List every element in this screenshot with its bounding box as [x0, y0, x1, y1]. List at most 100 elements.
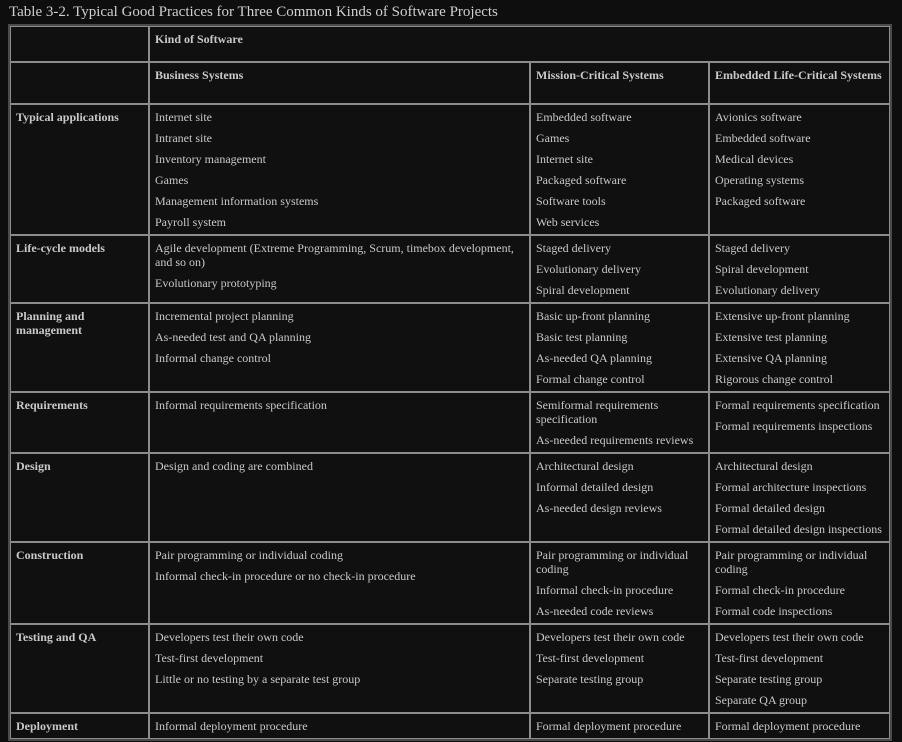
column-header-business-systems-label: Business Systems: [155, 68, 244, 82]
cell-design-mission: Architectural design Informal detailed d…: [530, 453, 709, 542]
cell-line: Basic test planning: [536, 330, 628, 344]
cell-line: Embedded software: [715, 131, 811, 145]
cell-line: Agile development (Extreme Programming, …: [155, 241, 514, 269]
cell-testing-and-qa-mission: Developers test their own code Test-firs…: [530, 624, 709, 713]
row-label-typical-applications: Typical applications: [10, 104, 149, 235]
cell-line: Test-first development: [715, 651, 824, 665]
cell-line: Pair programming or individual coding: [536, 548, 689, 576]
cell-line: Medical devices: [715, 152, 794, 166]
table-row: Design Design and coding are combined Ar…: [10, 453, 891, 542]
cell-line: Developers test their own code: [715, 630, 864, 644]
cell-line: Games: [155, 173, 189, 187]
cell-line: Informal check-in procedure or no check-…: [155, 569, 416, 583]
cell-line: Developers test their own code: [536, 630, 685, 644]
cell-line: Games: [536, 131, 570, 145]
cell-line: Informal change control: [155, 351, 271, 365]
column-header-embedded-life-critical-systems: Embedded Life-Critical Systems: [709, 62, 891, 104]
cell-line: Architectural design: [536, 459, 634, 473]
cell-line: Formal requirements specification: [715, 398, 880, 412]
row-label-planning-and-management: Planning and management: [10, 303, 149, 392]
cell-line: As-needed code reviews: [536, 604, 654, 618]
row-label-design: Design: [10, 453, 149, 542]
cell-line: Informal check-in procedure: [536, 583, 674, 597]
cell-line: Design and coding are combined: [155, 459, 313, 473]
cell-line: Formal architecture inspections: [715, 480, 867, 494]
cell-line: Extensive test planning: [715, 330, 827, 344]
cell-line: Architectural design: [715, 459, 813, 473]
cell-line: Informal detailed design: [536, 480, 654, 494]
column-header-embedded-life-critical-systems-label: Embedded Life-Critical Systems: [715, 68, 882, 82]
cell-line: Separate QA group: [715, 693, 807, 707]
cell-line: Formal deployment procedure: [715, 719, 861, 733]
cell-testing-and-qa-business: Developers test their own code Test-firs…: [149, 624, 530, 713]
cell-line: Rigorous change control: [715, 372, 833, 386]
column-header-mission-critical-systems-label: Mission-Critical Systems: [536, 68, 664, 82]
cell-requirements-mission: Semiformal requirements specification As…: [530, 392, 709, 453]
cell-construction-business: Pair programming or individual coding In…: [149, 542, 530, 624]
table-row: Construction Pair programming or individ…: [10, 542, 891, 624]
cell-planning-and-management-business: Incremental project planning As-needed t…: [149, 303, 530, 392]
cell-line: Packaged software: [715, 194, 806, 208]
cell-line: Evolutionary delivery: [715, 283, 820, 297]
cell-line: Extensive QA planning: [715, 351, 827, 365]
cell-line: Separate testing group: [715, 672, 823, 686]
row-label-deployment: Deployment: [10, 713, 149, 739]
cell-line: Web services: [536, 215, 600, 229]
cell-line: Informal deployment procedure: [155, 719, 308, 733]
cell-line: Software tools: [536, 194, 606, 208]
cell-typical-applications-mission: Embedded software Games Internet site Pa…: [530, 104, 709, 235]
cell-life-cycle-models-mission: Staged delivery Evolutionary delivery Sp…: [530, 235, 709, 303]
table-body: Kind of Software Business Systems Missio…: [10, 26, 891, 739]
column-header-mission-critical-systems: Mission-Critical Systems: [530, 62, 709, 104]
cell-line: Formal detailed design inspections: [715, 522, 882, 536]
cell-line: Formal change control: [536, 372, 645, 386]
cell-typical-applications-business: Internet site Intranet site Inventory ma…: [149, 104, 530, 235]
table-caption: Table 3-2. Typical Good Practices for Th…: [9, 4, 498, 20]
row-label-testing-and-qa: Testing and QA: [10, 624, 149, 713]
cell-line: Internet site: [536, 152, 593, 166]
cell-planning-and-management-mission: Basic up-front planning Basic test plann…: [530, 303, 709, 392]
table-header-columns-row: Business Systems Mission-Critical System…: [10, 62, 891, 104]
row-label-construction: Construction: [10, 542, 149, 624]
header-kind-of-software: Kind of Software: [149, 26, 891, 62]
cell-line: Staged delivery: [715, 241, 790, 255]
table-row: Testing and QA Developers test their own…: [10, 624, 891, 713]
cell-line: Operating systems: [715, 173, 804, 187]
cell-line: Separate testing group: [536, 672, 644, 686]
cell-deployment-mission: Formal deployment procedure: [530, 713, 709, 739]
cell-line: Test-first development: [536, 651, 645, 665]
cell-line: Pair programming or individual coding: [715, 548, 868, 576]
cell-line: Intranet site: [155, 131, 212, 145]
cell-line: Formal deployment procedure: [536, 719, 682, 733]
cell-requirements-embedded: Formal requirements specification Formal…: [709, 392, 891, 453]
cell-line: Basic up-front planning: [536, 309, 650, 323]
cell-life-cycle-models-embedded: Staged delivery Spiral development Evolu…: [709, 235, 891, 303]
table-row: Typical applications Internet site Intra…: [10, 104, 891, 235]
cell-construction-mission: Pair programming or individual coding In…: [530, 542, 709, 624]
table-header-group-row: Kind of Software: [10, 26, 891, 62]
cell-line: Informal requirements specification: [155, 398, 327, 412]
cell-line: Evolutionary delivery: [536, 262, 641, 276]
header-corner-cell-2: [10, 62, 149, 104]
cell-line: Spiral development: [536, 283, 630, 297]
cell-life-cycle-models-business: Agile development (Extreme Programming, …: [149, 235, 530, 303]
cell-planning-and-management-embedded: Extensive up-front planning Extensive te…: [709, 303, 891, 392]
table-row: Requirements Informal requirements speci…: [10, 392, 891, 453]
cell-construction-embedded: Pair programming or individual coding Fo…: [709, 542, 891, 624]
cell-line: As-needed design reviews: [536, 501, 662, 515]
cell-line: Formal check-in procedure: [715, 583, 845, 597]
column-header-business-systems: Business Systems: [149, 62, 530, 104]
table-row: Life-cycle models Agile development (Ext…: [10, 235, 891, 303]
cell-line: Management information systems: [155, 194, 319, 208]
cell-line: Avionics software: [715, 110, 802, 124]
cell-design-business: Design and coding are combined: [149, 453, 530, 542]
cell-line: Evolutionary prototyping: [155, 276, 277, 290]
cell-line: As-needed test and QA planning: [155, 330, 311, 344]
cell-line: Inventory management: [155, 152, 266, 166]
table-row: Deployment Informal deployment procedure…: [10, 713, 891, 739]
cell-line: As-needed QA planning: [536, 351, 652, 365]
cell-deployment-embedded: Formal deployment procedure: [709, 713, 891, 739]
table-row: Planning and management Incremental proj…: [10, 303, 891, 392]
cell-line: Embedded software: [536, 110, 632, 124]
cell-requirements-business: Informal requirements specification: [149, 392, 530, 453]
